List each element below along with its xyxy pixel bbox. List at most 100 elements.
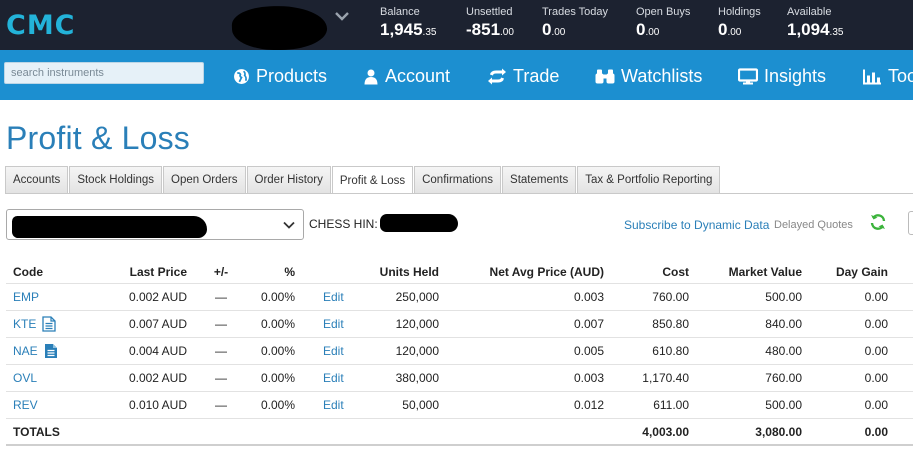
nav-insights[interactable]: Insights xyxy=(738,66,826,86)
chevron-down-icon xyxy=(283,221,295,229)
total-market-value-cell: 3,080.00 xyxy=(755,424,802,439)
account-name-redacted[interactable] xyxy=(231,4,328,52)
subscribe-dynamic-data-link[interactable]: Subscribe to Dynamic Data xyxy=(624,218,769,232)
last-price-cell: 0.004 AUD xyxy=(128,344,187,358)
units-held-cell: 380,000 xyxy=(395,371,439,385)
nav-trade[interactable]: Trade xyxy=(487,66,559,86)
chevron-down-icon[interactable] xyxy=(334,8,350,24)
last-price-cell: 0.007 AUD xyxy=(128,317,187,331)
refresh-icon[interactable] xyxy=(869,213,887,231)
totals-row: TOTALS 4,003.00 3,080.00 0.00 xyxy=(6,419,913,446)
col-header-last-price[interactable]: Last Price xyxy=(130,260,187,283)
units-held-cell: 50,000 xyxy=(402,398,439,412)
col-header-change[interactable]: +/- xyxy=(209,260,233,283)
tab-profit-loss[interactable]: Profit & Loss xyxy=(331,166,414,194)
code-cell: OVL xyxy=(13,365,37,391)
market-value-cell: 500.00 xyxy=(765,290,802,304)
holdings-stat: Holdings 0.00 xyxy=(718,6,761,39)
edit-link[interactable]: Edit xyxy=(323,392,344,418)
market-value-cell: 480.00 xyxy=(765,344,802,358)
stock-code-link[interactable]: OVL xyxy=(13,371,37,385)
tab-order-history[interactable]: Order History xyxy=(246,166,331,193)
last-price-cell: 0.002 AUD xyxy=(128,290,187,304)
available-stat: Available 1,094.35 xyxy=(787,6,844,39)
tab-statements[interactable]: Statements xyxy=(502,166,577,193)
percent-cell: 0.00% xyxy=(260,398,295,412)
nav-account[interactable]: Account xyxy=(363,66,450,86)
change-cell: — xyxy=(215,344,227,358)
section-tabs: Accounts Stock Holdings Open Orders Orde… xyxy=(5,166,721,194)
stock-code-link[interactable]: KTE xyxy=(13,317,36,331)
code-cell: NAE xyxy=(13,338,58,364)
search-input[interactable]: search instruments xyxy=(4,62,204,84)
bar-chart-icon xyxy=(863,69,881,84)
units-held-cell: 120,000 xyxy=(395,344,439,358)
percent-cell: 0.00% xyxy=(260,371,295,385)
last-price-cell: 0.010 AUD xyxy=(128,398,187,412)
day-gain-cell: 0.00 xyxy=(864,290,888,304)
net-avg-price-cell: 0.012 xyxy=(573,398,604,412)
delayed-quotes-label: Delayed Quotes xyxy=(774,219,853,231)
net-avg-price-cell: 0.003 xyxy=(573,290,604,304)
nav-tools[interactable]: Too xyxy=(862,66,913,86)
user-icon xyxy=(364,69,378,84)
col-header-code[interactable]: Code xyxy=(13,260,43,283)
trades-today-stat: Trades Today 0.00 xyxy=(542,6,609,39)
col-header-day-gain[interactable]: Day Gain xyxy=(836,260,888,283)
tab-confirmations[interactable]: Confirmations xyxy=(414,166,502,193)
units-held-cell: 120,000 xyxy=(395,317,439,331)
table-row: NAE 0.004 AUD — 0.00% Edit 120,000 0.005… xyxy=(6,338,913,365)
col-header-market-value[interactable]: Market Value xyxy=(729,260,802,283)
page-title: Profit & Loss xyxy=(6,120,191,156)
open-buys-stat: Open Buys 0.00 xyxy=(636,6,691,39)
change-cell: — xyxy=(215,290,227,304)
edit-link[interactable]: Edit xyxy=(323,311,344,337)
change-cell: — xyxy=(215,398,227,412)
stock-code-link[interactable]: NAE xyxy=(13,344,38,358)
table-row: EMP 0.002 AUD — 0.00% Edit 250,000 0.003… xyxy=(6,284,913,311)
percent-cell: 0.00% xyxy=(260,290,295,304)
document-outline-icon[interactable] xyxy=(42,316,56,332)
change-cell: — xyxy=(215,371,227,385)
net-avg-price-cell: 0.005 xyxy=(573,344,604,358)
table-row: KTE 0.007 AUD — 0.00% Edit 120,000 0.007… xyxy=(6,311,913,338)
tab-tax-portfolio-reporting[interactable]: Tax & Portfolio Reporting xyxy=(577,166,721,193)
units-held-cell: 250,000 xyxy=(395,290,439,304)
col-header-percent[interactable]: % xyxy=(284,260,295,283)
code-cell: KTE xyxy=(13,311,56,337)
market-value-cell: 760.00 xyxy=(765,371,802,385)
nav-products[interactable]: Products xyxy=(233,66,327,86)
nav-watchlists[interactable]: Watchlists xyxy=(595,66,702,86)
account-select-redacted-value xyxy=(12,216,207,238)
account-select[interactable] xyxy=(6,209,304,240)
tab-accounts[interactable]: Accounts xyxy=(5,166,69,193)
options-button[interactable] xyxy=(908,211,913,235)
document-filled-icon[interactable] xyxy=(44,343,58,359)
table-row: OVL 0.002 AUD — 0.00% Edit 380,000 0.003… xyxy=(6,365,913,392)
chess-hin-label: CHESS HIN: xyxy=(309,217,378,231)
edit-link[interactable]: Edit xyxy=(323,284,344,310)
profit-loss-table: Code Last Price +/- % Units Held Net Avg… xyxy=(6,260,913,446)
binoculars-icon xyxy=(595,69,615,83)
tab-open-orders[interactable]: Open Orders xyxy=(163,166,246,193)
col-header-net-avg-price[interactable]: Net Avg Price (AUD) xyxy=(490,260,604,283)
stock-code-link[interactable]: REV xyxy=(13,398,38,412)
cost-cell: 760.00 xyxy=(652,290,689,304)
table-row: REV 0.010 AUD — 0.00% Edit 50,000 0.012 … xyxy=(6,392,913,419)
tab-stock-holdings[interactable]: Stock Holdings xyxy=(69,166,163,193)
cost-cell: 850.80 xyxy=(652,317,689,331)
edit-link[interactable]: Edit xyxy=(323,338,344,364)
total-day-gain-cell: 0.00 xyxy=(864,424,888,439)
cost-cell: 611.00 xyxy=(653,398,689,412)
totals-label: TOTALS xyxy=(13,424,60,439)
stock-code-link[interactable]: EMP xyxy=(13,290,39,304)
cost-cell: 610.80 xyxy=(652,344,689,358)
edit-link[interactable]: Edit xyxy=(323,365,344,391)
cmc-logo[interactable]: CMC xyxy=(6,10,76,41)
col-header-units-held[interactable]: Units Held xyxy=(380,260,439,283)
percent-cell: 0.00% xyxy=(260,344,295,358)
day-gain-cell: 0.00 xyxy=(864,344,888,358)
col-header-cost[interactable]: Cost xyxy=(662,260,689,283)
cost-cell: 1,170.40 xyxy=(642,371,689,385)
chess-hin-redacted-value xyxy=(380,214,458,232)
